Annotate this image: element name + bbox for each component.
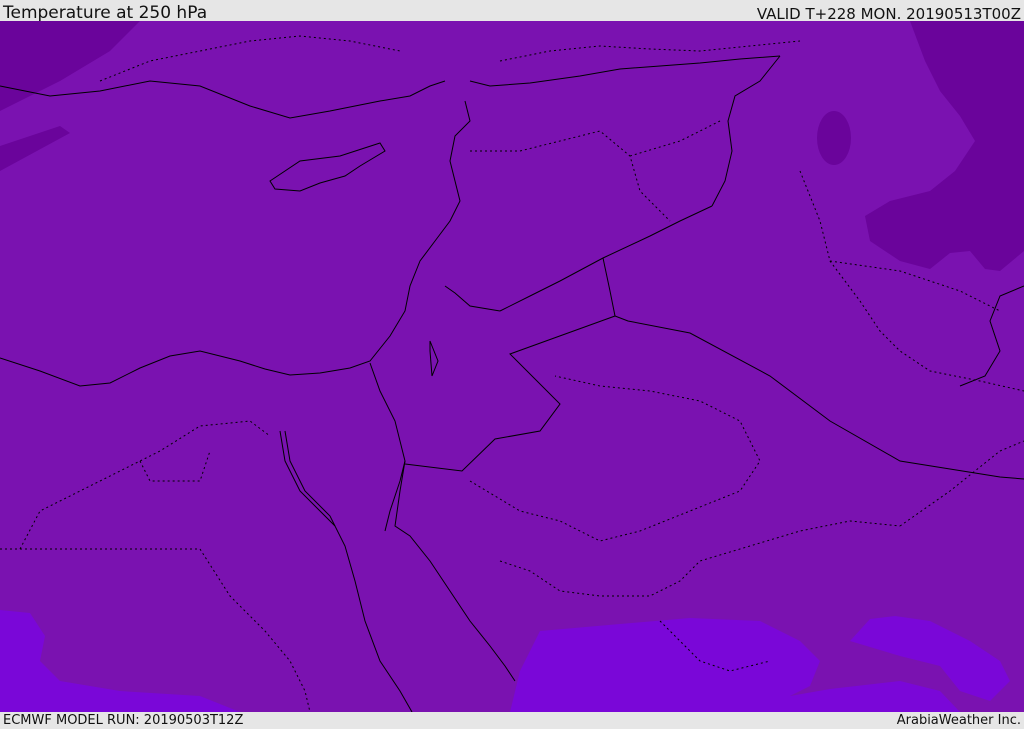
temperature-map bbox=[0, 21, 1024, 712]
footer-bar: ECMWF MODEL RUN: 20190503T12Z ArabiaWeat… bbox=[0, 712, 1024, 729]
map-title: Temperature at 250 hPa bbox=[3, 3, 208, 23]
map-background bbox=[0, 21, 1024, 712]
model-run: ECMWF MODEL RUN: 20190503T12Z bbox=[3, 713, 244, 728]
brand-credit: ArabiaWeather Inc. bbox=[896, 713, 1021, 728]
header-bar: Temperature at 250 hPa VALID T+228 MON. … bbox=[0, 0, 1024, 23]
cold-region-iran-spot bbox=[817, 111, 851, 165]
